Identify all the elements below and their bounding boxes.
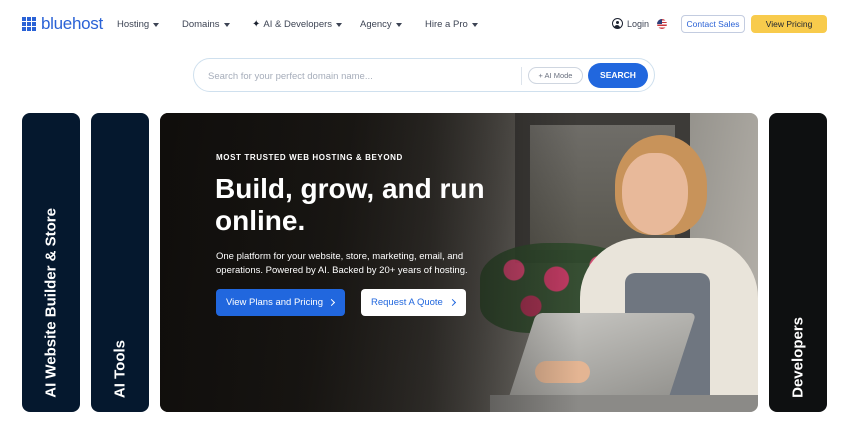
view-plans-button[interactable]: View Plans and Pricing: [216, 289, 345, 316]
ai-mode-toggle[interactable]: + AI Mode: [528, 67, 583, 84]
chevron-right-icon: [448, 298, 457, 307]
view-plans-label: View Plans and Pricing: [226, 297, 323, 308]
us-flag-icon[interactable]: [657, 19, 667, 29]
nav-hosting[interactable]: Hosting: [117, 19, 160, 30]
domain-search-bar: + AI Mode SEARCH: [193, 58, 655, 92]
hero-eyebrow: MOST TRUSTED WEB HOSTING & BEYOND: [216, 153, 403, 162]
contact-sales-button[interactable]: Contact Sales: [681, 15, 745, 33]
hero-subtext: One platform for your website, store, ma…: [216, 251, 468, 276]
chevron-down-icon: [153, 22, 160, 27]
logo-grid-icon: [22, 17, 36, 31]
chevron-down-icon: [395, 22, 402, 27]
panel-ai-tools[interactable]: AI Tools: [91, 113, 149, 412]
login-link[interactable]: Login: [612, 18, 649, 29]
page: bluehost Hosting Domains ✦ AI & Develope…: [0, 0, 856, 436]
hero-banner: MOST TRUSTED WEB HOSTING & BEYOND Build,…: [160, 113, 758, 412]
nav-agency[interactable]: Agency: [360, 19, 402, 30]
chevron-down-icon: [336, 22, 343, 27]
nav-hosting-label: Hosting: [117, 19, 150, 30]
nav-domains-label: Domains: [182, 19, 220, 30]
nav-hire-a-pro-label: Hire a Pro: [425, 19, 468, 30]
login-label: Login: [627, 18, 650, 29]
nav-ai-developers[interactable]: ✦ AI & Developers: [252, 19, 343, 30]
nav-agency-label: Agency: [360, 19, 392, 30]
bluehost-logo[interactable]: bluehost: [22, 14, 103, 34]
nav-domains[interactable]: Domains: [182, 19, 230, 30]
panel-developers-label: Developers: [789, 317, 807, 398]
logo-text: bluehost: [41, 14, 103, 33]
top-navigation: bluehost Hosting Domains ✦ AI & Develope…: [0, 0, 856, 48]
chevron-down-icon: [223, 22, 230, 27]
panel-ai-website-builder-label: AI Website Builder & Store: [42, 208, 60, 398]
nav-hire-a-pro[interactable]: Hire a Pro: [425, 19, 478, 30]
domain-search-input[interactable]: [208, 67, 508, 85]
search-button[interactable]: SEARCH: [588, 63, 648, 88]
hero-headline: Build, grow, and run online.: [215, 173, 485, 236]
panel-ai-tools-label: AI Tools: [111, 339, 129, 398]
request-quote-label: Request A Quote: [371, 297, 443, 308]
view-pricing-button[interactable]: View Pricing: [751, 15, 827, 33]
panel-ai-website-builder[interactable]: AI Website Builder & Store: [22, 113, 80, 412]
chevron-right-icon: [327, 298, 336, 307]
chevron-down-icon: [471, 22, 478, 27]
panel-developers[interactable]: Developers: [769, 113, 827, 412]
request-quote-button[interactable]: Request A Quote: [361, 289, 466, 316]
user-icon: [612, 18, 623, 29]
search-divider: [521, 67, 522, 85]
sparkle-icon: ✦: [252, 19, 261, 30]
nav-ai-developers-label: AI & Developers: [263, 19, 333, 30]
